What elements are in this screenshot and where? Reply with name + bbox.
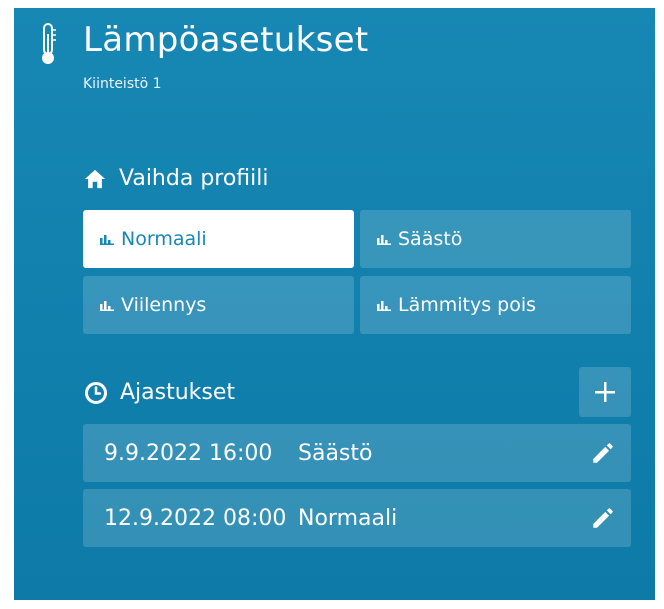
schedule-section-title: Ajastukset [120,380,236,405]
property-name: Kiinteistö 1 [83,76,162,92]
bar-chart-icon [100,235,114,245]
bar-chart-icon [377,301,391,311]
pencil-icon[interactable] [590,505,616,531]
profile-button-normaali[interactable]: Normaali [83,210,354,268]
bar-chart-icon [100,301,114,311]
add-schedule-button[interactable] [579,367,631,417]
profile-button-viilennys[interactable]: Viilennys [83,276,354,334]
schedule-section-header: Ajastukset [84,379,235,407]
profile-label: Normaali [121,228,207,250]
schedule-datetime: 12.9.2022 08:00 [104,505,287,531]
schedule-profile: Säästö [298,440,373,466]
schedule-item: 9.9.2022 16:00 Säästö [83,424,631,482]
profile-button-lammitys-pois[interactable]: Lämmitys pois [360,276,631,334]
thermometer-icon [42,23,56,64]
bar-chart-icon [377,235,391,245]
pencil-icon[interactable] [590,440,616,466]
heating-settings-panel: Lämpöasetukset Kiinteistö 1 Vaihda profi… [14,8,655,600]
profile-options: Normaali Säästö Viilennys Lämmitys pois [83,210,632,334]
profile-label: Lämmitys pois [398,294,537,316]
home-icon [84,169,106,189]
schedule-datetime: 9.9.2022 16:00 [104,440,273,466]
page-title: Lämpöasetukset [83,20,369,60]
schedule-profile: Normaali [298,505,398,531]
schedule-item: 12.9.2022 08:00 Normaali [83,489,631,547]
profile-section-header: Vaihda profiili [84,165,269,193]
profile-label: Viilennys [121,294,207,316]
plus-icon [595,382,615,402]
profile-section-title: Vaihda profiili [119,166,269,191]
profile-label: Säästö [398,228,463,250]
clock-icon [85,382,107,404]
profile-button-saasto[interactable]: Säästö [360,210,631,268]
